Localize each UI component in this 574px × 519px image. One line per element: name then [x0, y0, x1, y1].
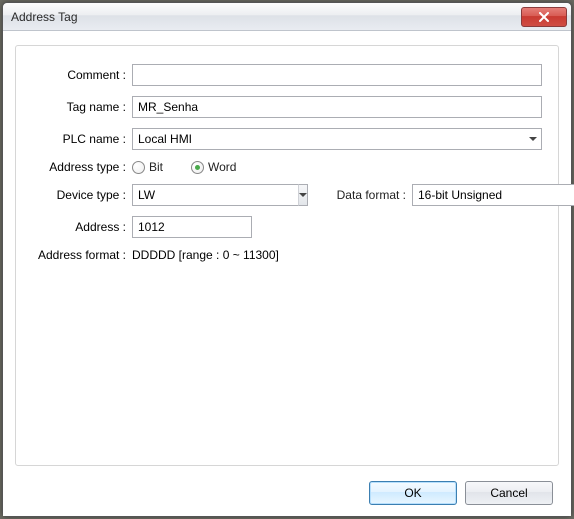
address-format-label: Address format : [32, 248, 132, 262]
address-type-label: Address type : [32, 160, 132, 174]
device-type-value[interactable] [132, 184, 298, 206]
address-type-bit-label[interactable]: Bit [149, 160, 163, 174]
address-label: Address : [32, 220, 132, 234]
plc-name-combo[interactable] [132, 128, 542, 150]
address-type-word-label[interactable]: Word [208, 160, 236, 174]
dialog-window: Address Tag Comment : Tag name : PLC nam… [2, 2, 572, 517]
address-type-word-radio[interactable] [191, 161, 204, 174]
ok-button[interactable]: OK [369, 481, 457, 505]
device-type-combo[interactable] [132, 184, 252, 206]
comment-input[interactable] [132, 64, 542, 86]
close-icon [539, 12, 549, 22]
window-title: Address Tag [11, 10, 78, 24]
client-area: Comment : Tag name : PLC name : Address … [3, 31, 571, 516]
data-format-label: Data format : [337, 188, 412, 202]
tag-name-label: Tag name : [32, 100, 132, 114]
title-bar: Address Tag [3, 3, 571, 31]
plc-name-value[interactable] [132, 128, 542, 150]
address-input[interactable] [132, 216, 252, 238]
plc-name-label: PLC name : [32, 132, 132, 146]
comment-label: Comment : [32, 68, 132, 82]
data-format-combo[interactable] [412, 184, 542, 206]
address-type-bit-radio[interactable] [132, 161, 145, 174]
cancel-button[interactable]: Cancel [465, 481, 553, 505]
tag-name-input[interactable] [132, 96, 542, 118]
data-format-value[interactable] [412, 184, 574, 206]
address-format-value: DDDDD [range : 0 ~ 11300] [132, 248, 279, 262]
dialog-footer: OK Cancel [3, 470, 571, 516]
close-button[interactable] [521, 7, 567, 27]
chevron-down-icon[interactable] [525, 129, 541, 149]
device-type-label: Device type : [32, 188, 132, 202]
form-panel: Comment : Tag name : PLC name : Address … [15, 45, 559, 466]
chevron-down-icon[interactable] [298, 184, 308, 206]
